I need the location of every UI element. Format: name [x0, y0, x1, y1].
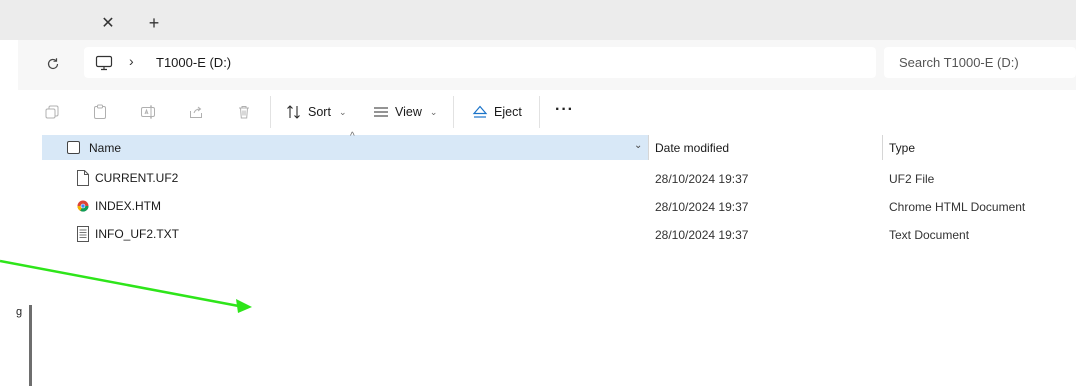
breadcrumb-location[interactable]: T1000-E (D:): [156, 55, 231, 70]
select-all-checkbox[interactable]: [67, 141, 80, 154]
file-type: UF2 File: [889, 172, 935, 186]
breadcrumb[interactable]: › T1000-E (D:): [84, 47, 876, 78]
eject-label: Eject: [494, 105, 522, 119]
file-icon: [77, 170, 89, 186]
column-header-row: Name ^ ⌄ Date modified Type: [42, 131, 1076, 160]
file-row[interactable]: INDEX.HTM 28/10/2024 19:37 Chrome HTML D…: [42, 192, 1076, 220]
chrome-icon: [77, 200, 89, 212]
paste-icon[interactable]: [90, 102, 110, 122]
sort-ascending-icon: ^: [350, 131, 355, 142]
column-header-name[interactable]: Name ^ ⌄: [42, 131, 648, 160]
column-header-type[interactable]: Type: [889, 141, 915, 155]
sort-label: Sort: [308, 105, 331, 119]
eject-button[interactable]: Eject: [472, 100, 522, 124]
sort-button[interactable]: Sort ⌄: [286, 100, 346, 124]
view-button[interactable]: View ⌄: [373, 100, 437, 124]
copy-icon[interactable]: [42, 102, 62, 122]
column-divider[interactable]: [648, 135, 649, 160]
rename-icon[interactable]: [138, 102, 158, 122]
search-input[interactable]: Search T1000-E (D:): [884, 47, 1076, 78]
close-tab-button[interactable]: ✕: [94, 9, 122, 37]
file-name: INDEX.HTM: [95, 199, 161, 213]
view-icon: [374, 107, 388, 117]
toolbar-divider: [539, 96, 540, 128]
delete-icon[interactable]: [234, 102, 254, 122]
file-row[interactable]: INFO_UF2.TXT 28/10/2024 19:37 Text Docum…: [42, 220, 1076, 248]
arrow-line: [0, 259, 245, 309]
navigation-pane-edge: [0, 90, 18, 386]
file-name: INFO_UF2.TXT: [95, 227, 180, 241]
toolbar-divider: [270, 96, 271, 128]
this-pc-icon: [95, 55, 113, 71]
file-type: Chrome HTML Document: [889, 200, 1026, 214]
chevron-down-icon: ⌄: [429, 106, 438, 117]
file-type: Text Document: [889, 228, 970, 242]
breadcrumb-chevron-icon[interactable]: ›: [129, 53, 134, 69]
column-name-label: Name: [89, 141, 122, 155]
chevron-down-icon: ⌄: [338, 106, 347, 117]
file-date-modified: 28/10/2024 19:37: [655, 172, 749, 186]
address-bar: › T1000-E (D:) Search T1000-E (D:): [18, 40, 1076, 90]
column-divider[interactable]: [882, 135, 883, 160]
file-date-modified: 28/10/2024 19:37: [655, 200, 749, 214]
sort-icon: [287, 105, 300, 119]
file-name: CURRENT.UF2: [95, 171, 179, 185]
column-header-date-modified[interactable]: Date modified: [655, 141, 729, 155]
toolbar-divider: [453, 96, 454, 128]
command-bar: Sort ⌄ View ⌄ Eject ···: [18, 90, 1076, 134]
tab-strip: ✕ +: [0, 0, 1076, 40]
file-row[interactable]: CURRENT.UF2 28/10/2024 19:37 UF2 File: [42, 164, 1076, 192]
arrow-head: [236, 299, 252, 313]
green-arrow-annotation: [0, 259, 252, 313]
text-file-icon: [77, 226, 89, 242]
column-filter-chevron-icon[interactable]: ⌄: [634, 140, 642, 151]
share-icon[interactable]: [186, 102, 206, 122]
refresh-button[interactable]: [42, 53, 64, 75]
file-date-modified: 28/10/2024 19:37: [655, 228, 749, 242]
new-tab-button[interactable]: +: [140, 9, 168, 37]
more-options-button[interactable]: ···: [555, 101, 574, 119]
search-placeholder: Search T1000-E (D:): [899, 55, 1019, 70]
view-label: View: [395, 105, 422, 119]
refresh-icon: [47, 58, 59, 70]
eject-icon: [472, 105, 488, 118]
